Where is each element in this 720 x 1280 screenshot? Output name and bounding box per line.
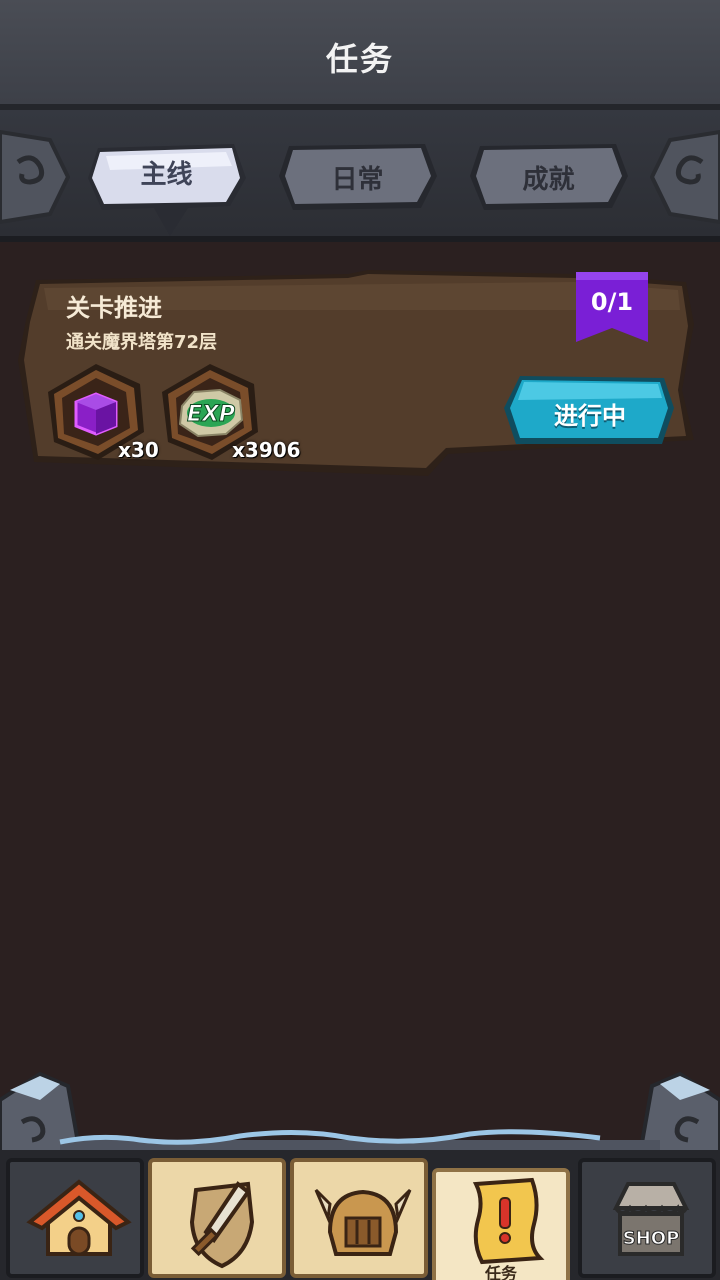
- quest-description: 通关魔界塔第72层: [66, 332, 218, 353]
- bottom-nav: 任务 SHOP: [0, 1150, 720, 1280]
- tab-daily[interactable]: 日常: [275, 140, 440, 214]
- shop-icon-text: SHOP: [623, 1228, 680, 1249]
- tab-achievement[interactable]: 成就: [466, 140, 631, 214]
- nav-equipment[interactable]: [148, 1158, 286, 1278]
- status-button-label[interactable]: 进行中: [504, 396, 676, 431]
- tab-main-label: 主线: [140, 159, 193, 190]
- page-title: 任务: [325, 40, 394, 78]
- purple-cube-icon: [74, 392, 118, 436]
- helmet-icon: [314, 1188, 412, 1256]
- exp-icon-text: EXP: [187, 402, 235, 427]
- home-icon: [26, 1179, 132, 1256]
- quest-scroll-icon: [472, 1177, 545, 1265]
- reward-count-2: x3906: [232, 438, 301, 462]
- stone-ornament-left: [0, 129, 70, 225]
- nav-quest[interactable]: 任务: [432, 1168, 570, 1280]
- exp-icon: EXP: [178, 388, 244, 438]
- nav-quest-label: 任务: [484, 1264, 517, 1280]
- quest-progress: 0/1: [590, 288, 634, 316]
- reward-count-1: x30: [118, 438, 159, 462]
- tab-main[interactable]: 主线: [84, 140, 249, 236]
- shop-icon: SHOP: [612, 1182, 690, 1256]
- tab-achievement-label: 成就: [522, 164, 575, 195]
- quest-title: 关卡推进: [66, 294, 162, 322]
- top-header: 任务: [0, 0, 720, 110]
- sword-shield-icon: [189, 1181, 255, 1269]
- tab-bar: 主线 日常 成就: [0, 110, 720, 242]
- nav-home[interactable]: [6, 1158, 144, 1278]
- quest-card: 关卡推进 通关魔界塔第72层 0/1 x30 EXP x3906 进行中: [18, 270, 700, 476]
- tab-daily-label: 日常: [331, 164, 384, 195]
- stone-ornament-right: [650, 129, 720, 225]
- nav-shop[interactable]: SHOP: [578, 1158, 716, 1278]
- nav-hero[interactable]: [290, 1158, 428, 1278]
